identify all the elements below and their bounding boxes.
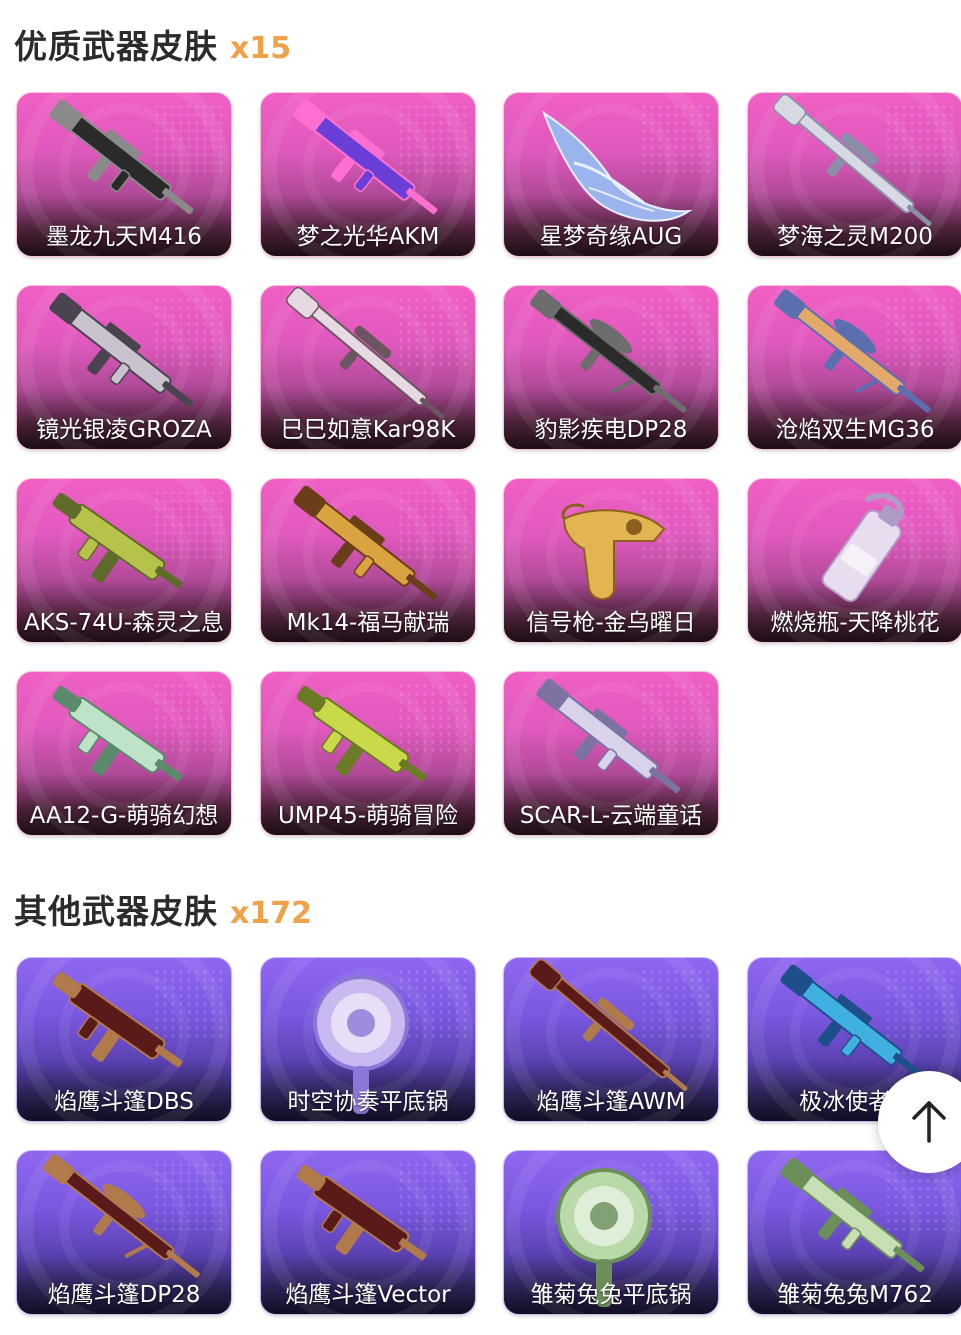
section-count: x15 <box>230 31 292 66</box>
skin-card[interactable]: UMP45-萌骑冒险 <box>260 671 476 836</box>
skin-name: 梦海之灵M200 <box>777 224 933 250</box>
skin-name: 焰鹰斗篷DP28 <box>47 1282 201 1308</box>
skin-name: SCAR-L-云端童话 <box>519 803 703 829</box>
skin-card[interactable]: 时空协奏平底锅 <box>260 957 476 1122</box>
section-title: 优质武器皮肤 <box>14 27 218 66</box>
section-header-premium: 优质武器皮肤 x15 <box>14 20 291 70</box>
skin-name: 信号枪-金乌曜日 <box>526 610 696 636</box>
skin-card[interactable]: 焰鹰斗篷Vector <box>260 1150 476 1315</box>
skin-name: 星梦奇缘AUG <box>539 224 683 250</box>
skin-name: 豹影疾电DP28 <box>534 417 688 443</box>
skin-card[interactable]: 梦海之灵M200 <box>747 92 961 257</box>
skin-card[interactable]: Mk14-福马献瑞 <box>260 478 476 643</box>
skin-name: 时空协奏平底锅 <box>287 1089 449 1115</box>
skin-name: 墨龙九天M416 <box>46 224 202 250</box>
skin-card[interactable]: SCAR-L-云端童话 <box>503 671 719 836</box>
skin-name: 焰鹰斗篷Vector <box>285 1282 451 1308</box>
skin-card[interactable]: 星梦奇缘AUG <box>503 92 719 257</box>
skin-card[interactable]: 雏菊兔兔M762 <box>747 1150 961 1315</box>
skin-card[interactable]: 梦之光华AKM <box>260 92 476 257</box>
arrow-up-icon <box>912 1101 946 1143</box>
skin-name: 燃烧瓶-天降桃花 <box>770 610 940 636</box>
skin-name: 沧焰双生MG36 <box>775 417 935 443</box>
skin-name: Mk14-福马献瑞 <box>286 610 450 636</box>
skin-card[interactable]: 镜光银凌GROZA <box>16 285 232 450</box>
skin-card[interactable]: 沧焰双生MG36 <box>747 285 961 450</box>
skin-name: 梦之光华AKM <box>296 224 440 250</box>
skin-card[interactable]: 巳巳如意Kar98K <box>260 285 476 450</box>
skin-name: 焰鹰斗篷DBS <box>54 1089 194 1115</box>
skin-card[interactable]: 焰鹰斗篷AWM <box>503 957 719 1122</box>
skin-card[interactable]: 燃烧瓶-天降桃花 <box>747 478 961 643</box>
skin-card[interactable]: 焰鹰斗篷DBS <box>16 957 232 1122</box>
skin-name: 镜光银凌GROZA <box>36 417 212 443</box>
skin-name: 雏菊兔兔M762 <box>777 1282 933 1308</box>
skin-card[interactable]: AKS-74U-森灵之息 <box>16 478 232 643</box>
section-header-other: 其他武器皮肤 x172 <box>14 885 312 935</box>
skin-card[interactable]: 豹影疾电DP28 <box>503 285 719 450</box>
skin-name: 巳巳如意Kar98K <box>280 417 456 443</box>
section-title: 其他武器皮肤 <box>14 892 218 931</box>
skin-card[interactable]: 墨龙九天M416 <box>16 92 232 257</box>
skin-card[interactable]: 雏菊兔兔平底锅 <box>503 1150 719 1315</box>
skin-card[interactable]: 焰鹰斗篷DP28 <box>16 1150 232 1315</box>
skin-card[interactable]: AA12-G-萌骑幻想 <box>16 671 232 836</box>
skin-name: AA12-G-萌骑幻想 <box>29 803 219 829</box>
section-count: x172 <box>230 896 312 931</box>
skin-name: 雏菊兔兔平底锅 <box>530 1282 692 1308</box>
skin-name: AKS-74U-森灵之息 <box>23 610 225 636</box>
skin-name: 焰鹰斗篷AWM <box>536 1089 686 1115</box>
skin-name: UMP45-萌骑冒险 <box>277 803 459 829</box>
skin-card[interactable]: 信号枪-金乌曜日 <box>503 478 719 643</box>
